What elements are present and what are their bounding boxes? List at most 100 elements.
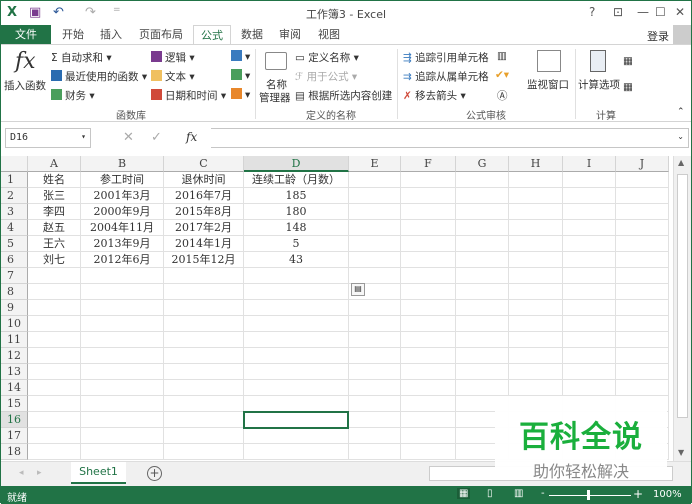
cell-I10[interactable] [563,316,616,332]
cell-J10[interactable] [616,316,669,332]
page-break-view-button[interactable]: ▥ [514,488,523,499]
cell-H4[interactable] [509,220,563,236]
zoom-out-button[interactable]: - [541,488,545,499]
cell-H3[interactable] [509,204,563,220]
cell-A2[interactable]: 张三 [28,188,81,204]
cell-H8[interactable] [509,284,563,300]
create-from-selection-button[interactable]: ▤ 根据所选内容创建 [295,88,392,103]
cell-J3[interactable] [616,204,669,220]
cell-A14[interactable] [28,380,81,396]
cell-F18[interactable] [401,444,456,460]
cell-B18[interactable] [81,444,164,460]
zoom-slider[interactable] [549,495,631,496]
sheet-nav-next[interactable]: ▸ [37,468,42,478]
cell-G5[interactable] [456,236,509,252]
cell-D9[interactable] [244,300,349,316]
cell-I13[interactable] [563,364,616,380]
cell-B4[interactable]: 2004年11月 [81,220,164,236]
watch-window-button[interactable]: 监视窗口 [527,77,569,92]
close-button[interactable]: ✕ [675,5,685,19]
cell-B11[interactable] [81,332,164,348]
cell-H12[interactable] [509,348,563,364]
cell-J8[interactable] [616,284,669,300]
cell-I7[interactable] [563,268,616,284]
zoom-level[interactable]: 100% [653,489,682,500]
cell-A7[interactable] [28,268,81,284]
row-header-4[interactable]: 4 [1,220,28,236]
cell-F3[interactable] [401,204,456,220]
row-header-10[interactable]: 10 [1,316,28,332]
tab-home[interactable]: 开始 [55,25,91,45]
cell-H7[interactable] [509,268,563,284]
cell-D2[interactable]: 185 [244,188,349,204]
cell-E10[interactable] [349,316,401,332]
cell-A15[interactable] [28,396,81,412]
cell-G6[interactable] [456,252,509,268]
cell-I2[interactable] [563,188,616,204]
more-functions-button[interactable]: ▾ [231,88,250,101]
column-header-D[interactable]: D [244,156,349,172]
cell-F1[interactable] [401,172,456,188]
cell-C13[interactable] [164,364,244,380]
row-header-16[interactable]: 16 [1,412,28,428]
cell-F11[interactable] [401,332,456,348]
financial-button[interactable]: 财务 ▾ [51,88,95,103]
calc-options-button[interactable]: 计算选项 [578,77,620,92]
cell-E6[interactable] [349,252,401,268]
cell-C9[interactable] [164,300,244,316]
cell-B7[interactable] [81,268,164,284]
cell-E11[interactable] [349,332,401,348]
normal-view-button[interactable]: ▦ [457,488,471,499]
row-header-17[interactable]: 17 [1,428,28,444]
column-header-B[interactable]: B [81,156,164,172]
add-sheet-button[interactable]: + [147,466,162,481]
help-button[interactable]: ? [589,5,595,19]
cell-D6[interactable]: 43 [244,252,349,268]
cell-H6[interactable] [509,252,563,268]
cell-H13[interactable] [509,364,563,380]
cell-C16[interactable] [164,412,244,428]
cell-F16[interactable] [401,412,456,428]
cell-A11[interactable] [28,332,81,348]
cell-F7[interactable] [401,268,456,284]
recent-functions-button[interactable]: 最近使用的函数 ▾ [51,69,147,84]
datetime-button[interactable]: 日期和时间 ▾ [151,88,226,103]
cell-D15[interactable] [244,396,349,412]
cell-B1[interactable]: 参工时间 [81,172,164,188]
cell-D7[interactable] [244,268,349,284]
tab-page-layout[interactable]: 页面布局 [133,25,189,45]
tab-review[interactable]: 审阅 [273,25,307,45]
cell-F17[interactable] [401,428,456,444]
row-header-18[interactable]: 18 [1,444,28,460]
cell-A12[interactable] [28,348,81,364]
cell-A4[interactable]: 赵五 [28,220,81,236]
zoom-in-button[interactable]: + [633,487,643,501]
cell-I9[interactable] [563,300,616,316]
cell-C7[interactable] [164,268,244,284]
cell-A16[interactable] [28,412,81,428]
cell-B12[interactable] [81,348,164,364]
tab-insert[interactable]: 插入 [93,25,129,45]
selected-cell-D16[interactable] [243,411,349,429]
cell-E3[interactable] [349,204,401,220]
cell-C12[interactable] [164,348,244,364]
column-header-G[interactable]: G [456,156,509,172]
cell-B14[interactable] [81,380,164,396]
cell-B8[interactable] [81,284,164,300]
row-header-7[interactable]: 7 [1,268,28,284]
quick-analysis-button[interactable]: ▤ [351,283,365,296]
row-header-8[interactable]: 8 [1,284,28,300]
row-header-2[interactable]: 2 [1,188,28,204]
cell-I1[interactable] [563,172,616,188]
cell-D8[interactable] [244,284,349,300]
calc-sheet-button[interactable]: ▦ [623,81,633,93]
cell-D11[interactable] [244,332,349,348]
cell-A9[interactable] [28,300,81,316]
cell-J7[interactable] [616,268,669,284]
tab-formulas[interactable]: 公式 [193,25,231,45]
cell-D12[interactable] [244,348,349,364]
cell-J14[interactable] [616,380,669,396]
cell-G7[interactable] [456,268,509,284]
cell-E9[interactable] [349,300,401,316]
cell-B5[interactable]: 2013年9月 [81,236,164,252]
